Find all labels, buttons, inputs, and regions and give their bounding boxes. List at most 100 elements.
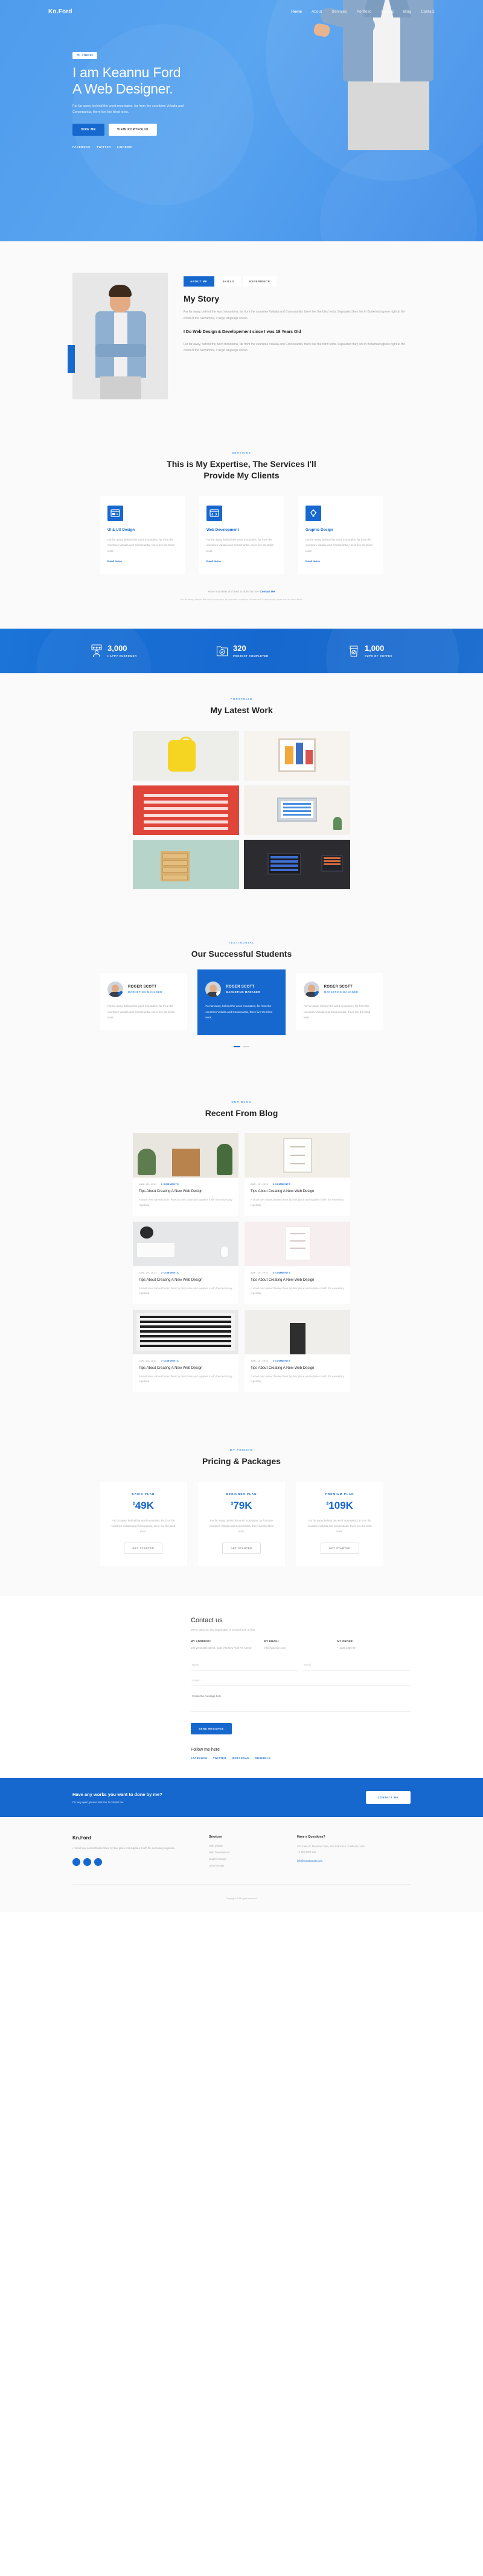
- follow-link-twitter[interactable]: TWITTER: [213, 1757, 226, 1760]
- about-portrait-photo: [68, 273, 168, 399]
- blog-comments[interactable]: 3 COMMENTS: [161, 1272, 179, 1274]
- tab-skills[interactable]: SKILLS: [216, 276, 241, 287]
- contact-email-block: MY EMAIL: info@yoursite.com: [264, 1640, 337, 1651]
- services-section: SERVICES This is My Expertise, The Servi…: [0, 433, 483, 629]
- nav-item-contact[interactable]: Contact: [421, 10, 435, 14]
- twitter-icon[interactable]: [83, 1857, 91, 1866]
- portfolio-item-wooden-cabinet[interactable]: [133, 840, 239, 890]
- blog-excerpt: A small river named Duden flows by their…: [251, 1374, 344, 1383]
- follow-link-instagram[interactable]: INSTAGRAM: [232, 1757, 250, 1760]
- footer-service-item[interactable]: UI/UX Design: [209, 1864, 281, 1867]
- blog-card[interactable]: JAN. 15, 2021 3 COMMENTS Tips About Crea…: [133, 1133, 238, 1216]
- blog-post-title[interactable]: Tips About Creating A New Web Design: [251, 1278, 344, 1282]
- email-value[interactable]: info@yoursite.com: [264, 1646, 337, 1651]
- name-field[interactable]: [191, 1660, 298, 1671]
- hire-me-button[interactable]: HIRE ME: [72, 123, 105, 136]
- blog-thumbnail-plants-chair: [133, 1133, 238, 1178]
- blog-post-title[interactable]: Tips About Creating A New Web Design: [251, 1366, 344, 1370]
- email-field[interactable]: [303, 1660, 411, 1671]
- blog-thumbnail-over-the-moon-poster: [245, 1221, 350, 1266]
- service-read-more-link[interactable]: Read more: [107, 560, 122, 563]
- message-field[interactable]: [191, 1692, 411, 1713]
- portfolio-item-desk-setup[interactable]: [244, 840, 350, 890]
- cta-contact-button[interactable]: CONTACT ME: [365, 1791, 411, 1804]
- service-read-more-link[interactable]: Read more: [206, 560, 221, 563]
- testimonial-grid: ROGER SCOTT MARKETING MANAGER Far far aw…: [100, 969, 383, 1035]
- service-card-graphic-design[interactable]: Graphic Design Far far away, behind the …: [298, 495, 383, 574]
- testimonial-text: Far far away, behind the word mountains,…: [107, 1004, 174, 1020]
- testimonial-text: Far far away, behind the word mountains,…: [303, 1004, 371, 1020]
- plan-get-started-button[interactable]: GET STARTED: [124, 1543, 163, 1555]
- blog-date: JAN. 15, 2021: [139, 1359, 157, 1362]
- portfolio-item-red-poster[interactable]: [133, 785, 239, 836]
- follow-link-dribbble[interactable]: DRIBBBLE: [255, 1757, 270, 1760]
- services-contact-link[interactable]: Contact Me: [260, 590, 275, 593]
- footer-logo[interactable]: Kn.Ford: [72, 1835, 193, 1841]
- nav-item-about[interactable]: About: [312, 10, 322, 14]
- footer-service-item[interactable]: Web Design: [209, 1844, 281, 1847]
- blog-comments[interactable]: 3 COMMENTS: [273, 1183, 290, 1185]
- tab-about-me[interactable]: ABOUT ME: [184, 276, 214, 287]
- blog-card[interactable]: JAN. 15, 2021 3 COMMENTS Tips About Crea…: [133, 1221, 238, 1304]
- send-message-button[interactable]: SEND MESSAGE: [191, 1723, 232, 1735]
- social-link-facebook[interactable]: FACEBOOK: [72, 145, 91, 148]
- footer-service-item[interactable]: Web Development: [209, 1851, 281, 1854]
- cta-section: Have any works you want to done by me? I…: [0, 1778, 483, 1818]
- blog-post-title[interactable]: Tips About Creating A New Web Design: [139, 1366, 232, 1370]
- nav-item-pricing[interactable]: Pricing: [382, 10, 394, 14]
- social-link-twitter[interactable]: TWITTER: [97, 145, 111, 148]
- footer-email[interactable]: info@yourdomain.com: [297, 1859, 411, 1862]
- portfolio-item-yellow-backpack[interactable]: [133, 731, 239, 781]
- blog-card[interactable]: JAN. 15, 2021 3 COMMENTS Tips About Crea…: [245, 1221, 350, 1304]
- carousel-dot-1[interactable]: [234, 1045, 240, 1047]
- blog-comments[interactable]: 3 COMMENTS: [273, 1272, 290, 1274]
- plan-name: BASIC PLAN: [132, 1492, 155, 1496]
- phone-value[interactable]: + 1235 2355 98: [337, 1646, 411, 1651]
- portfolio-item-framed-artwork[interactable]: [244, 731, 350, 781]
- blog-card[interactable]: JAN. 15, 2021 3 COMMENTS Tips About Crea…: [133, 1309, 238, 1392]
- cta-subtitle: I'm very open, please feel free to conta…: [72, 1800, 124, 1804]
- nav-item-home[interactable]: Home: [291, 10, 302, 14]
- blog-post-title[interactable]: Tips About Creating A New Web Design: [251, 1190, 344, 1193]
- avatar: [303, 982, 319, 998]
- blog-thumbnail-person-handstand: [245, 1309, 350, 1354]
- testimonial-carousel-dots[interactable]: [0, 1045, 483, 1047]
- subject-field[interactable]: [191, 1676, 411, 1687]
- carousel-dot-2[interactable]: [243, 1045, 249, 1047]
- footer-question-heading: Have a Questions?: [297, 1835, 325, 1839]
- service-text: Far far away, behind the word mountains,…: [305, 538, 373, 553]
- blog-post-title[interactable]: Tips About Creating A New Web Design: [139, 1190, 232, 1193]
- footer-services-heading: Services: [209, 1835, 222, 1839]
- footer-phone[interactable]: +2 392 3929 210: [297, 1850, 411, 1854]
- address-label: MY ADDRESS:: [191, 1640, 211, 1643]
- plan-get-started-button[interactable]: GET STARTED: [320, 1543, 359, 1555]
- follow-link-facebook[interactable]: FACEBOOK: [191, 1757, 208, 1760]
- service-read-more-link[interactable]: Read more: [305, 560, 320, 563]
- service-card-web-development[interactable]: Web Development Far far away, behind the…: [199, 495, 284, 574]
- social-link-linkedin[interactable]: LINKEDIN: [117, 145, 133, 148]
- blog-post-title[interactable]: Tips About Creating A New Web Design: [139, 1278, 232, 1282]
- pricing-section: MY PRICING Pricing & Packages BASIC PLAN…: [0, 1422, 483, 1597]
- testimonial-role: MARKETING MANAGER: [324, 991, 359, 994]
- portfolio-item-laptop-dashboard[interactable]: [244, 785, 350, 836]
- nav-item-services[interactable]: Services: [331, 10, 347, 14]
- tab-experience[interactable]: EXPERIENCE: [242, 276, 277, 287]
- instagram-icon[interactable]: [94, 1857, 102, 1866]
- blog-comments[interactable]: 3 COMMENTS: [273, 1360, 290, 1362]
- nav-item-blog[interactable]: Blog: [403, 10, 411, 14]
- blog-card[interactable]: JAN. 15, 2021 3 COMMENTS Tips About Crea…: [245, 1309, 350, 1392]
- blog-title: Recent From Blog: [205, 1108, 278, 1118]
- footer-about-text: A small river named Duden flows by their…: [72, 1847, 175, 1850]
- facebook-icon[interactable]: [72, 1857, 80, 1866]
- nav-item-portfolio[interactable]: Portfolio: [357, 10, 372, 14]
- blog-thumbnail-framed-print: [245, 1133, 350, 1178]
- site-logo[interactable]: Kn.Ford: [48, 8, 72, 15]
- view-portfolio-button[interactable]: VIEW PORTFOLIO: [109, 123, 157, 136]
- service-card-ui-ux[interactable]: UI & UX Design Far far away, behind the …: [100, 495, 185, 574]
- plan-get-started-button[interactable]: GET STARTED: [222, 1543, 261, 1555]
- blog-comments[interactable]: 3 COMMENTS: [161, 1360, 179, 1362]
- footer-service-item[interactable]: Graphic Design: [209, 1857, 281, 1861]
- blog-comments[interactable]: 3 COMMENTS: [161, 1183, 179, 1185]
- blog-card[interactable]: JAN. 15, 2021 3 COMMENTS Tips About Crea…: [245, 1133, 350, 1216]
- plan-description: Far far away, behind the word mountains,…: [307, 1518, 372, 1533]
